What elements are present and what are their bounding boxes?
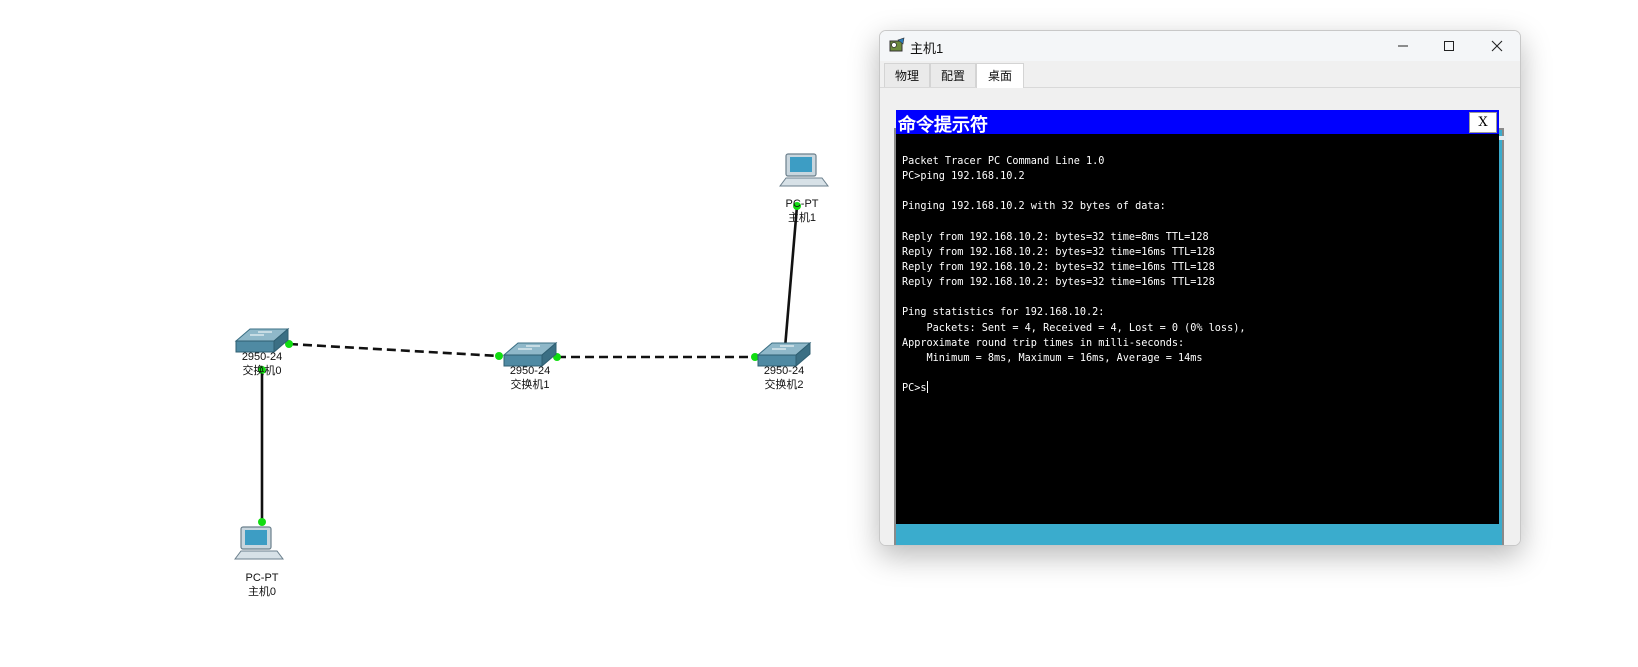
port-status-light [258,518,266,526]
pc-icon[interactable] [234,526,284,560]
tab-desktop[interactable]: 桌面 [976,63,1024,88]
switch-icon[interactable] [756,341,812,368]
minimize-button[interactable] [1380,31,1426,61]
terminal-line: Reply from 192.168.10.2: bytes=32 time=8… [902,231,1209,243]
tab-physical[interactable]: 物理 [884,63,930,87]
topology-canvas[interactable]: 2950-24交换机0 2950-24交换机12950-24交换机2PC-PT主机… [0,0,870,667]
terminal-line: Reply from 192.168.10.2: bytes=32 time=1… [902,246,1215,258]
terminal-line: Approximate round trip times in milli-se… [902,337,1185,349]
terminal-line: Minimum = 8ms, Maximum = 16ms, Average =… [902,352,1203,364]
terminal-line: Pinging 192.168.10.2 with 32 bytes of da… [902,201,1166,213]
close-button[interactable] [1474,31,1520,61]
maximize-button[interactable] [1426,31,1472,61]
tab-bar: 物理 配置 桌面 [880,61,1520,88]
window-title: 主机1 [910,41,944,56]
link-switch2-pc1[interactable] [783,205,799,349]
device-model-label: 2950-24 [764,365,804,377]
minimize-icon [1398,45,1408,47]
terminal-line: Packets: Sent = 4, Received = 4, Lost = … [902,322,1246,334]
port-status-light [495,352,503,360]
pc-icon[interactable] [779,153,829,187]
link-switch0-switch1[interactable] [288,342,500,358]
text-cursor [926,381,928,394]
terminal-line: Ping statistics for 192.168.10.2: [902,307,1105,319]
terminal-line: PC>s [902,381,928,395]
tab-config[interactable]: 配置 [930,63,976,87]
switch-icon[interactable] [502,341,558,368]
terminal-line: Reply from 192.168.10.2: bytes=32 time=1… [902,277,1215,289]
packet-tracer-icon [889,37,905,52]
switch-icon[interactable] [234,327,290,354]
command-prompt-close-button[interactable]: X [1469,112,1497,133]
close-icon [1491,40,1503,52]
terminal-line: PC>ping 192.168.10.2 [902,171,1025,183]
terminal-line: Reply from 192.168.10.2: bytes=32 time=1… [902,261,1215,273]
device-model-label: 2950-24 [510,365,550,377]
device-name-label[interactable]: 交换机2 [764,377,803,391]
command-prompt-window[interactable]: 命令提示符 X Packet Tracer PC Command Line 1.… [896,110,1499,524]
device-name-label[interactable]: 主机1 [788,210,816,224]
device-name-label[interactable]: 主机0 [248,584,276,598]
command-prompt-terminal[interactable]: Packet Tracer PC Command Line 1.0 PC>ping… [896,134,1499,524]
command-prompt-titlebar: 命令提示符 X [896,110,1499,136]
maximize-icon [1444,41,1454,51]
device-name-label[interactable]: 交换机1 [510,377,549,391]
window-titlebar[interactable]: 主机1 [880,31,1520,61]
device-model-label: PC-PT [246,572,279,584]
terminal-output: Packet Tracer PC Command Line 1.0 PC>ping… [902,154,1245,396]
devices: 2950-24交换机0 2950-24交换机12950-24交换机2PC-PT主机… [234,153,829,598]
device-model-label: 2950-24 [242,351,282,363]
terminal-line: Packet Tracer PC Command Line 1.0 [902,156,1105,167]
device-name-label[interactable]: 交换机0 [242,363,281,377]
device-model-label: PC-PT [786,198,819,210]
